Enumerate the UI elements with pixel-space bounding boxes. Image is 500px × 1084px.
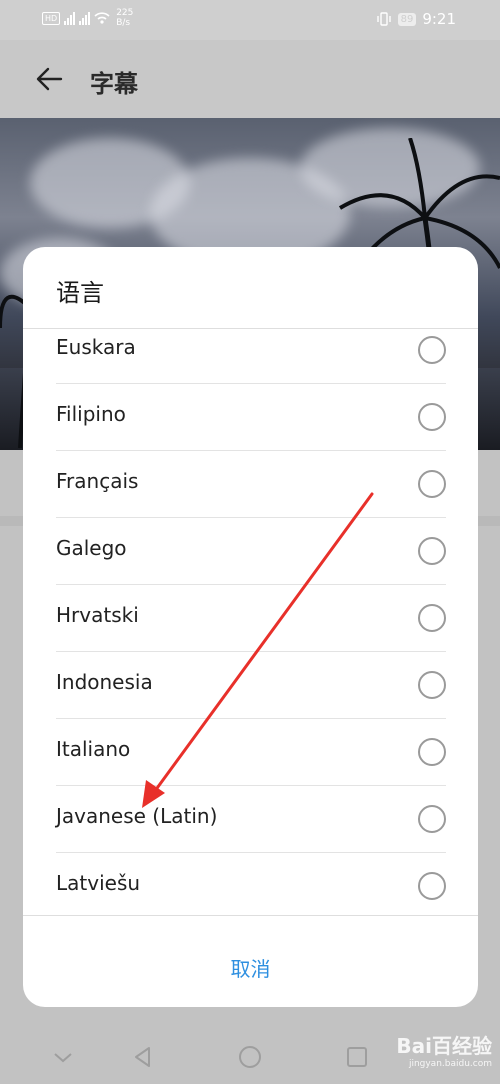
language-option-latviesu[interactable]: Latviešu xyxy=(56,853,446,915)
dialog-divider-bottom xyxy=(23,915,478,916)
status-bar: HD 225 B/s 89 9:21 xyxy=(0,0,500,40)
language-option-javanese-latin[interactable]: Javanese (Latin) xyxy=(56,786,446,853)
language-list[interactable]: Euskara Filipino Français Galego Hrvatsk… xyxy=(23,329,478,915)
collapse-nav-icon[interactable] xyxy=(50,1044,76,1070)
language-option-filipino[interactable]: Filipino xyxy=(56,384,446,451)
language-option-hrvatski[interactable]: Hrvatski xyxy=(56,585,446,652)
language-label: Français xyxy=(56,469,139,493)
net-speed-value: 225 xyxy=(116,8,134,18)
nav-recents-icon[interactable] xyxy=(344,1044,370,1070)
nav-home-icon[interactable] xyxy=(237,1044,263,1070)
language-option-italiano[interactable]: Italiano xyxy=(56,719,446,786)
language-label: Galego xyxy=(56,536,127,560)
signal-icon xyxy=(64,11,76,25)
language-label: Filipino xyxy=(56,402,126,426)
vibrate-icon xyxy=(376,12,391,26)
radio-button[interactable] xyxy=(418,604,446,632)
cancel-button[interactable]: 取消 xyxy=(23,947,478,991)
watermark-brand: Bai百经验 xyxy=(396,1034,492,1058)
nav-back-icon[interactable] xyxy=(130,1044,156,1070)
radio-button[interactable] xyxy=(418,738,446,766)
hd-badge: HD xyxy=(42,11,61,25)
battery-indicator: 89 xyxy=(397,12,417,26)
language-dialog: 语言 Euskara Filipino Français Galego Hrva… xyxy=(23,247,478,1007)
radio-button[interactable] xyxy=(418,403,446,431)
radio-button[interactable] xyxy=(418,805,446,833)
language-option-galego[interactable]: Galego xyxy=(56,518,446,585)
radio-button[interactable] xyxy=(418,671,446,699)
language-option-francais[interactable]: Français xyxy=(56,451,446,518)
net-speed-unit: B/s xyxy=(116,18,131,28)
language-label: Italiano xyxy=(56,737,131,761)
signal-icon-2 xyxy=(79,11,91,25)
watermark-url: jingyan.baidu.com xyxy=(408,1059,492,1069)
watermark: Bai百经验 jingyan.baidu.com xyxy=(396,1030,492,1069)
language-label: Javanese (Latin) xyxy=(56,804,218,828)
status-left: HD 225 B/s xyxy=(42,8,133,28)
radio-button[interactable] xyxy=(418,336,446,364)
dialog-title: 语言 xyxy=(56,279,104,307)
language-label: Indonesia xyxy=(56,670,153,694)
language-option-euskara[interactable]: Euskara xyxy=(56,329,446,384)
language-option-indonesia[interactable]: Indonesia xyxy=(56,652,446,719)
radio-button[interactable] xyxy=(418,470,446,498)
language-label: Latviešu xyxy=(56,871,141,895)
language-label: Euskara xyxy=(56,335,136,359)
page-title: 字幕 xyxy=(90,70,138,98)
wifi-icon xyxy=(94,12,110,24)
app-bar: 字幕 xyxy=(0,40,500,118)
radio-button[interactable] xyxy=(418,872,446,900)
back-arrow-icon[interactable] xyxy=(34,64,64,94)
radio-button[interactable] xyxy=(418,537,446,565)
status-right: 89 9:21 xyxy=(376,10,456,28)
clock: 9:21 xyxy=(422,10,456,28)
net-speed: 225 B/s xyxy=(116,8,133,28)
language-label: Hrvatski xyxy=(56,603,139,627)
